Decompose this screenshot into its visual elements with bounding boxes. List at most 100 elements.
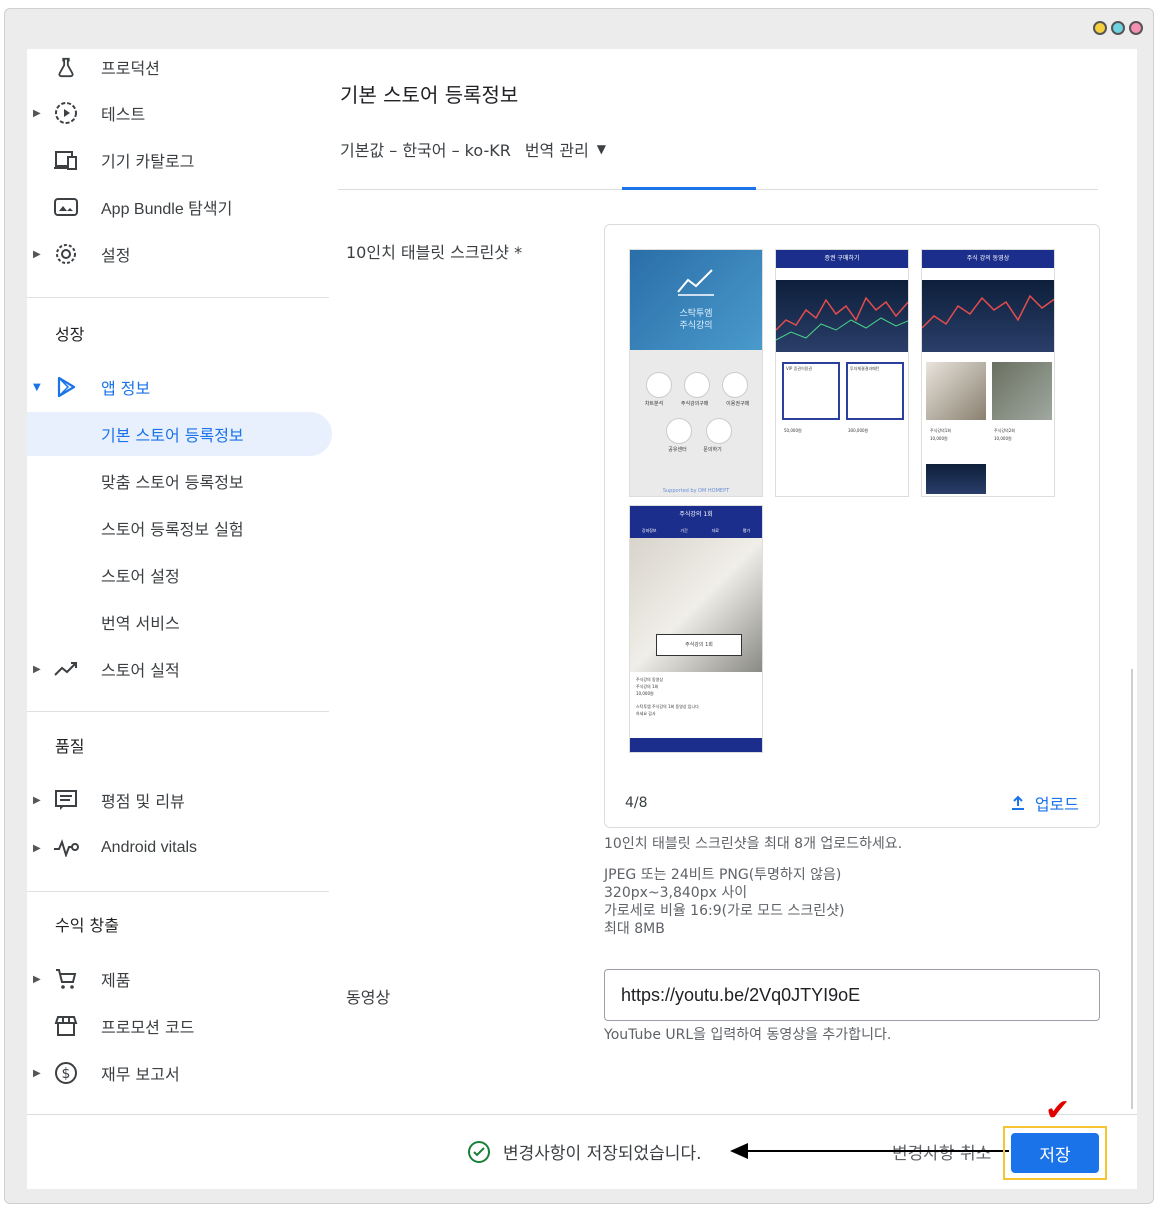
shot-card: 주식강의2회 bbox=[994, 428, 1015, 433]
shot-line: 10,000원 bbox=[636, 691, 654, 696]
caret-right-icon[interactable]: ▶ bbox=[33, 843, 41, 854]
spec-line: JPEG 또는 24비트 PNG(투명하지 않음) bbox=[604, 867, 842, 883]
sidebar-divider bbox=[27, 297, 329, 298]
shot-icon-label: 차트분석 bbox=[644, 401, 664, 407]
shot-price: 10,000원 bbox=[994, 436, 1012, 441]
section-title-quality: 품질 bbox=[55, 737, 85, 756]
cyan-dot[interactable] bbox=[1111, 21, 1125, 35]
manage-translations-label: 번역 관리 bbox=[524, 141, 589, 160]
spec-line: 가로세로 비율 16:9(가로 모드 스크린샷) bbox=[604, 903, 845, 919]
screenshots-panel: 스탁투엠 주식강의 차트분석 주식강의구매 이용권구매 공유센터 문의하기 Su… bbox=[604, 224, 1100, 828]
caret-right-icon[interactable]: ▶ bbox=[33, 1068, 41, 1079]
play-store-icon bbox=[53, 374, 79, 400]
shot-price: 300,000원 bbox=[848, 428, 869, 433]
sidebar-item-main-store-listing[interactable]: 기본 스토어 등록정보 bbox=[27, 412, 332, 456]
screenshot-thumbnail[interactable]: 증권 구매하기 VIP 증권이용권 투자체결결과패턴 50,000원 300,0… bbox=[775, 249, 909, 497]
upload-button[interactable]: 업로드 bbox=[1009, 791, 1079, 815]
sidebar-item-promo-codes[interactable]: 프로모션 코드 bbox=[27, 1004, 332, 1048]
sidebar-item-label: 번역 서비스 bbox=[101, 614, 180, 633]
sidebar-item-android-vitals[interactable]: ▶ Android vitals bbox=[27, 826, 332, 870]
caret-right-icon[interactable]: ▶ bbox=[33, 664, 41, 675]
devices-icon bbox=[53, 147, 79, 173]
annotation-arrow-line bbox=[747, 1150, 1009, 1152]
sidebar-item-custom-store-listing[interactable]: 맞춤 스토어 등록정보 bbox=[27, 459, 332, 503]
sidebar-item-label: 기기 카탈로그 bbox=[101, 152, 195, 171]
sidebar-item-financial-reports[interactable]: ▶ $ 재무 보고서 bbox=[27, 1051, 332, 1095]
sidebar-item-store-performance[interactable]: ▶ 스토어 실적 bbox=[27, 647, 332, 691]
shot-card: VIP 증권이용권 bbox=[782, 362, 840, 420]
bundle-icon bbox=[53, 194, 79, 220]
upload-label: 업로드 bbox=[1034, 795, 1079, 814]
section-title-growth: 성장 bbox=[55, 325, 85, 344]
shot-line: 스탁투엠 주식강의 1회 동영상 입니다 bbox=[636, 704, 699, 709]
screenshot-count: 4/8 bbox=[625, 795, 648, 811]
sidebar-item-store-settings[interactable]: 스토어 설정 bbox=[27, 553, 332, 597]
saved-message: 변경사항이 저장되었습니다. bbox=[503, 1144, 702, 1164]
shot-card: 투자체결결과패턴 bbox=[846, 362, 904, 420]
app-window: 프로덕션 ▶ 테스트 기기 카탈로그 App Bundle 탐색기 ▶ 설정 성… bbox=[4, 8, 1154, 1204]
caret-right-icon[interactable]: ▶ bbox=[33, 108, 41, 119]
sidebar-item-device-catalog[interactable]: 기기 카탈로그 bbox=[27, 138, 332, 182]
sidebar-item-label: 설정 bbox=[101, 246, 131, 265]
caret-right-icon[interactable]: ▶ bbox=[33, 974, 41, 985]
default-language: 기본값 – 한국어 – ko-KR bbox=[340, 141, 511, 160]
shot-icon-label: 공유센터 bbox=[668, 447, 687, 453]
shot-icon-label: 문의하기 bbox=[703, 447, 722, 453]
shot-line: 주식강의 동영상 bbox=[636, 677, 664, 682]
saved-status: 변경사항이 저장되었습니다. bbox=[467, 1139, 702, 1164]
manage-translations-button[interactable]: 번역 관리 ▼ bbox=[525, 137, 606, 161]
review-icon bbox=[53, 787, 79, 813]
sidebar-item-store-listing-experiments[interactable]: 스토어 등록정보 실험 bbox=[27, 506, 332, 550]
sidebar-divider bbox=[27, 891, 329, 892]
check-circle-icon bbox=[468, 1140, 490, 1163]
red-check-icon: ✔ bbox=[1045, 1093, 1071, 1128]
sidebar-item-label: 스토어 실적 bbox=[101, 661, 180, 680]
sidebar-item-label: 앱 정보 bbox=[101, 379, 151, 398]
caret-right-icon[interactable]: ▶ bbox=[33, 795, 41, 806]
caret-down-icon[interactable]: ▼ bbox=[33, 382, 41, 393]
save-bar: 변경사항이 저장되었습니다. 변경사항 취소 ✔ 저장 bbox=[27, 1093, 1137, 1189]
language-row: 기본값 – 한국어 – ko-KR 번역 관리 ▼ bbox=[340, 137, 606, 161]
shot-tab: 강좌정보 bbox=[641, 528, 657, 533]
sidebar-item-translation-service[interactable]: 번역 서비스 bbox=[27, 600, 332, 644]
upload-icon bbox=[1011, 795, 1024, 810]
screenshot-thumbnail[interactable]: 주식강의 1회 강좌정보 기간 자료 평가 주식강의 1회 주식강의 동영상 주… bbox=[629, 505, 763, 753]
vitals-icon bbox=[53, 835, 79, 861]
sidebar-item-label: 스토어 설정 bbox=[101, 567, 180, 586]
caret-right-icon[interactable]: ▶ bbox=[33, 249, 41, 260]
svg-text:$: $ bbox=[62, 1066, 71, 1082]
store-icon bbox=[53, 1013, 79, 1039]
pink-dot[interactable] bbox=[1129, 21, 1143, 35]
sidebar-item-test[interactable]: ▶ 테스트 bbox=[27, 91, 332, 135]
save-button[interactable]: 저장 bbox=[1011, 1133, 1099, 1173]
shot-line: 주식강의 1회 bbox=[636, 684, 659, 689]
sidebar-item-app-info[interactable]: ▼ 앱 정보 bbox=[27, 365, 332, 409]
sidebar-item-label: 맞춤 스토어 등록정보 bbox=[101, 473, 244, 492]
yellow-dot[interactable] bbox=[1093, 21, 1107, 35]
sidebar-item-label: 프로모션 코드 bbox=[101, 1018, 195, 1037]
shot-title: 증권 구매하기 bbox=[776, 250, 908, 268]
sidebar: 프로덕션 ▶ 테스트 기기 카탈로그 App Bundle 탐색기 ▶ 설정 성… bbox=[27, 49, 332, 1189]
shot-price: 10,000원 bbox=[930, 436, 948, 441]
sidebar-item-ratings-reviews[interactable]: ▶ 평점 및 리뷰 bbox=[27, 778, 332, 822]
shot-banner: 주식강의 1회 bbox=[656, 634, 742, 656]
sidebar-item-label: App Bundle 탐색기 bbox=[101, 201, 233, 218]
save-highlight: 저장 bbox=[1003, 1126, 1107, 1180]
sidebar-item-products[interactable]: ▶ 제품 bbox=[27, 957, 332, 1001]
sidebar-item-settings[interactable]: ▶ 설정 bbox=[27, 232, 332, 276]
sidebar-item-app-bundle[interactable]: App Bundle 탐색기 bbox=[27, 185, 332, 229]
spec-line: 최대 8MB bbox=[604, 921, 665, 937]
video-label: 동영상 bbox=[346, 988, 391, 1007]
shot-icon-label: 이용권구매 bbox=[726, 401, 750, 407]
shot-title: 주식강의 1회 bbox=[630, 506, 762, 524]
screenshot-thumbnail[interactable]: 스탁투엠 주식강의 차트분석 주식강의구매 이용권구매 공유센터 문의하기 Su… bbox=[629, 249, 763, 497]
video-url-input[interactable]: https://youtu.be/2Vq0JTYI9oE bbox=[604, 969, 1100, 1021]
scrollbar[interactable] bbox=[1131, 669, 1133, 1109]
shot-line: 하세요 감사 bbox=[636, 711, 656, 716]
play-circle-icon bbox=[53, 100, 79, 126]
sidebar-item-production[interactable]: 프로덕션 bbox=[27, 49, 332, 89]
gear-icon bbox=[53, 241, 79, 267]
screenshot-thumbnail[interactable]: 주식 강의 동영상 주식강의1회 주식강의2회 10,000원 10,000원 bbox=[921, 249, 1055, 497]
page-title: 기본 스토어 등록정보 bbox=[340, 83, 519, 107]
sidebar-divider bbox=[27, 711, 329, 712]
